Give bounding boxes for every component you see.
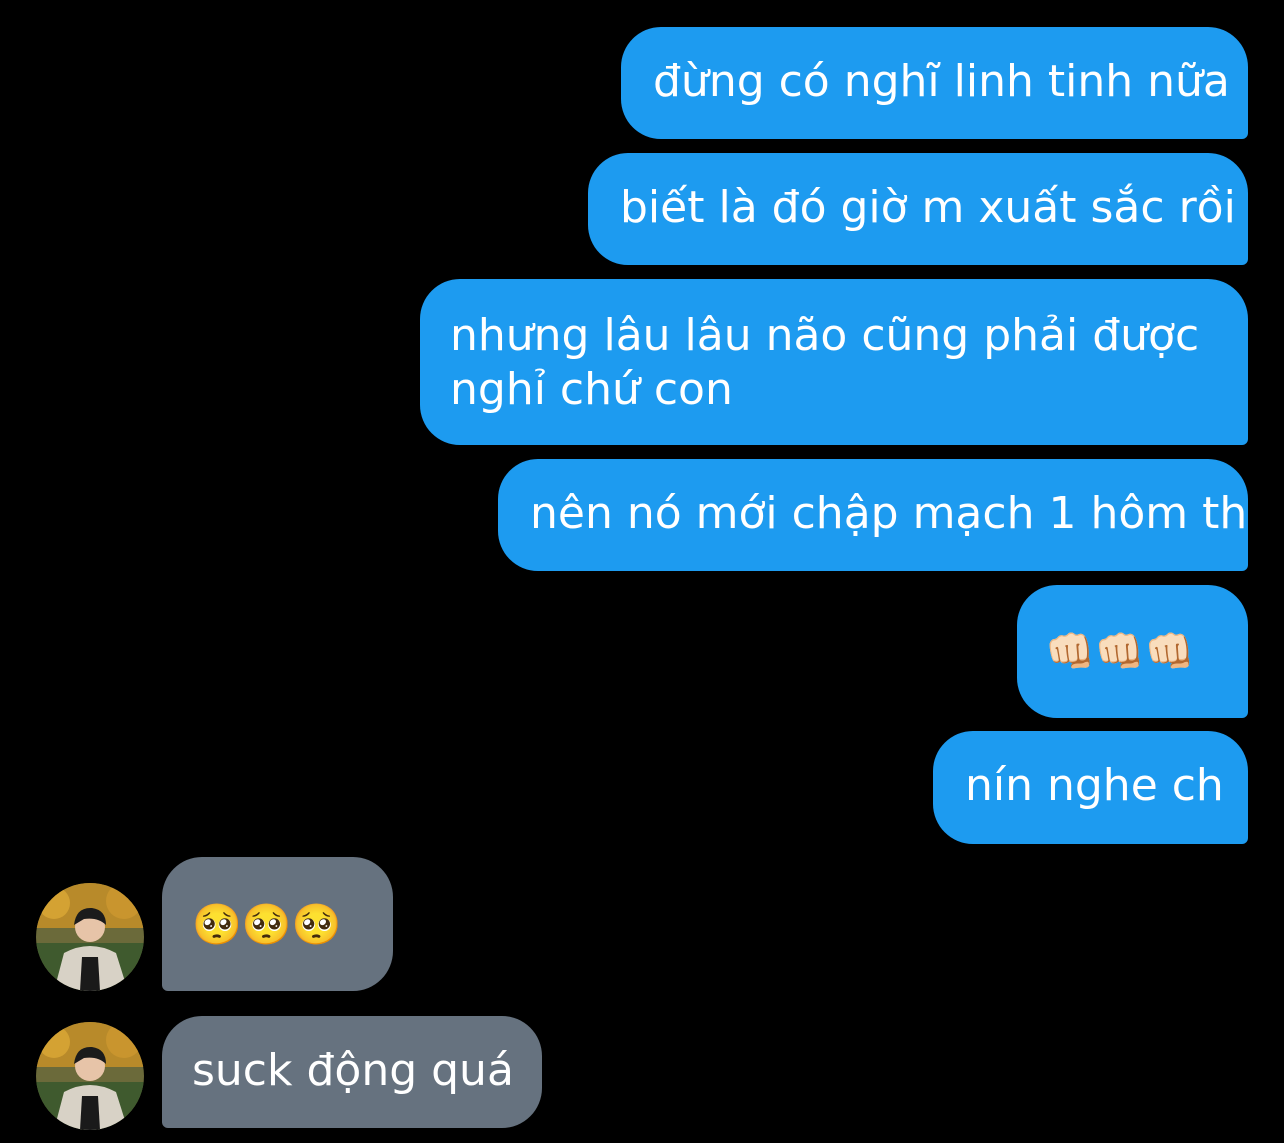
avatar-photo bbox=[36, 1022, 144, 1130]
outgoing-message[interactable]: nín nghe ch bbox=[933, 731, 1248, 844]
incoming-message[interactable]: suck động quá bbox=[162, 1016, 542, 1128]
message-text: biết là đó giờ m xuất sắc rồi bbox=[620, 182, 1236, 233]
outgoing-message[interactable]: biết là đó giờ m xuất sắc rồi bbox=[588, 153, 1248, 265]
contact-avatar[interactable] bbox=[36, 1022, 144, 1130]
outgoing-message[interactable]: nhưng lâu lâu não cũng phải được nghỉ ch… bbox=[420, 279, 1248, 445]
message-text: suck động quá bbox=[192, 1045, 514, 1096]
message-text: nhưng lâu lâu não cũng phải được nghỉ ch… bbox=[450, 310, 1200, 415]
contact-avatar[interactable] bbox=[36, 883, 144, 991]
outgoing-message[interactable]: đừng có nghĩ linh tinh nữa bbox=[621, 27, 1248, 139]
message-text: đừng có nghĩ linh tinh nữa bbox=[653, 56, 1230, 107]
incoming-emoji-message[interactable]: 🥺🥺🥺 bbox=[162, 857, 393, 991]
avatar-photo bbox=[36, 883, 144, 991]
message-text: nín nghe ch bbox=[965, 760, 1224, 811]
punch-emoji-text: 👊🏻👊🏻👊🏻 bbox=[1045, 629, 1195, 675]
message-text: nên nó mới chập mạch 1 hôm th bbox=[530, 488, 1248, 539]
outgoing-message[interactable]: nên nó mới chập mạch 1 hôm th bbox=[498, 459, 1248, 571]
outgoing-emoji-message[interactable]: 👊🏻👊🏻👊🏻 bbox=[1017, 585, 1248, 718]
pleading-emoji-text: 🥺🥺🥺 bbox=[192, 902, 342, 948]
